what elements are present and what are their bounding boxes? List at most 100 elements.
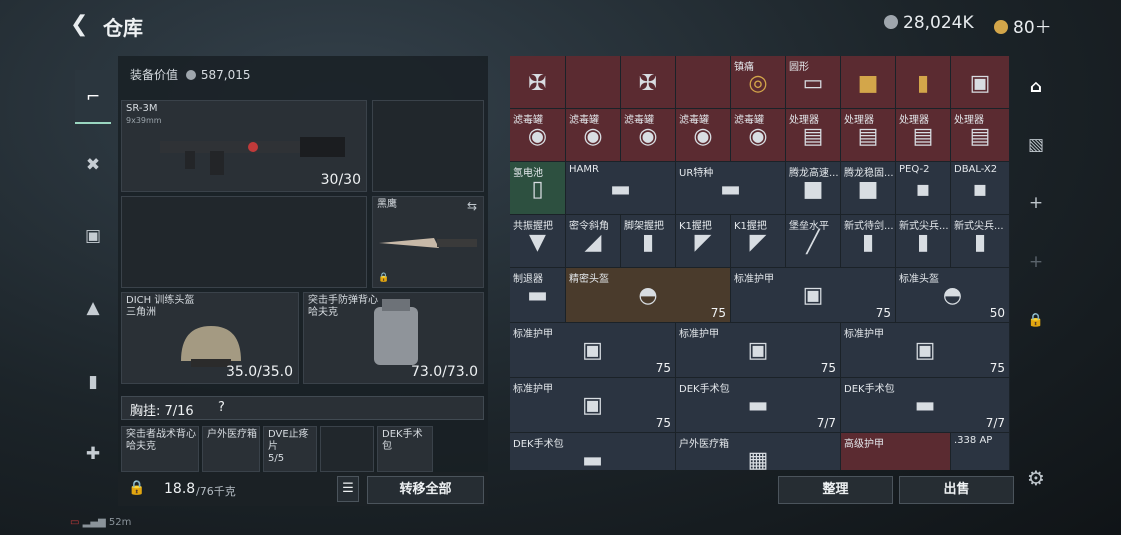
weapon-case-icon[interactable]: ▧: [1016, 130, 1056, 160]
grid-cell[interactable]: 精密头盔 ◓ 75: [566, 268, 731, 323]
grid-cell[interactable]: 标准头盔 ◓ 50: [896, 268, 1010, 323]
grid-cell[interactable]: 标准护甲 ▣ 75: [841, 323, 1010, 378]
grid-cell[interactable]: ✠: [510, 56, 566, 109]
empty-primary-slot[interactable]: [121, 196, 367, 288]
grid-cell[interactable]: PEQ-2 ▪: [896, 162, 951, 215]
secondary-weapon-slot[interactable]: [372, 100, 484, 192]
rig-item[interactable]: DEK手术包: [377, 426, 433, 472]
grip-icon: ▼: [529, 230, 546, 255]
armor-icon: ▣: [802, 283, 824, 308]
chest-rig-header[interactable]: 胸挂: 7/16 ?: [121, 396, 484, 420]
grid-cell[interactable]: 新式待剑... ▮: [841, 215, 896, 268]
grid-cell[interactable]: 镇痛 ◎: [731, 56, 786, 109]
grid-cell[interactable]: 标准护甲 ▣ 75: [510, 378, 676, 433]
swap-icon[interactable]: ⇆: [467, 199, 477, 213]
battery-icon: ▭: [70, 517, 80, 528]
grid-cell[interactable]: 共振握把 ▼: [510, 215, 566, 268]
bag-icon[interactable]: ▲: [75, 290, 111, 326]
grid-cell[interactable]: 圆形 ▭: [786, 56, 841, 109]
knife-image: [379, 238, 477, 248]
grid-cell[interactable]: K1握把 ◤: [676, 215, 731, 268]
processor-icon: ▤: [802, 124, 824, 149]
filter-can-icon: ◉: [638, 124, 658, 149]
armor-slot[interactable]: 突击手防弹背心 哈夫克 73.0/73.0: [303, 292, 484, 384]
armor-icon: ▣: [582, 393, 603, 418]
grid-cell[interactable]: ✠: [621, 56, 676, 109]
grid-cell[interactable]: 滤毒罐 ◉: [510, 109, 566, 162]
grid-cell[interactable]: DEK手术包 ▬ 7/7: [841, 378, 1010, 433]
grid-cell[interactable]: 标准护甲 ▣ 75: [676, 323, 841, 378]
grid-cell[interactable]: 标准护甲 ▣ 75: [731, 268, 896, 323]
sell-button[interactable]: 出售: [899, 476, 1014, 504]
grid-cell[interactable]: 处理器 ▤: [896, 109, 951, 162]
grid-cell[interactable]: 处理器 ▤: [786, 109, 841, 162]
grid-cell[interactable]: 新式尖兵... ▮: [896, 215, 951, 268]
grid-cell[interactable]: DEK手术包 ▬ 7/7: [676, 378, 841, 433]
grid-cell[interactable]: 滤毒罐 ◉: [731, 109, 786, 162]
grid-cell[interactable]: 滤毒罐 ◉: [621, 109, 676, 162]
grid-cell[interactable]: 腾龙高速... ■: [786, 162, 841, 215]
grid-cell[interactable]: ▮: [896, 56, 951, 109]
grid-cell[interactable]: HAMR ▬: [566, 162, 676, 215]
grid-cell[interactable]: K1握把 ◤: [731, 215, 786, 268]
rig-item[interactable]: 户外医疗箱: [202, 426, 260, 472]
grid-cell[interactable]: 脚架握把 ▮: [621, 215, 676, 268]
surgery-kit-icon: ▬: [582, 448, 603, 470]
gear-icon[interactable]: ⚙: [1016, 463, 1056, 493]
grip-icon: ▮: [641, 230, 655, 255]
filter-can-icon: ◉: [583, 124, 603, 149]
plus-icon[interactable]: +: [1016, 188, 1056, 218]
medkit-icon[interactable]: ✚: [75, 436, 111, 472]
grid-cell[interactable]: 滤毒罐 ◉: [676, 109, 731, 162]
left-nav: ⌐ ✖ ▣ ▲ ▮ ✚: [70, 52, 114, 497]
grid-cell[interactable]: .338 AP: [951, 433, 1010, 470]
grid-cell[interactable]: [676, 56, 731, 109]
grid-cell[interactable]: 腾龙稳固... ■: [841, 162, 896, 215]
list-view-icon[interactable]: ☰: [337, 476, 359, 502]
help-icon[interactable]: ?: [218, 400, 225, 415]
grip-icon: ◤: [749, 230, 767, 255]
grid-cell[interactable]: 制退器 ▬: [510, 268, 566, 323]
safebox-icon[interactable]: ⌂: [1016, 72, 1056, 102]
grid-cell[interactable]: DBAL-X2 ▪: [951, 162, 1010, 215]
plus-icon[interactable]: +: [1016, 247, 1056, 277]
lock-icon: 🔒: [378, 273, 390, 283]
grid-cell[interactable]: [566, 56, 621, 109]
grid-cell[interactable]: 高级护甲: [841, 433, 951, 470]
processor-icon: ▤: [857, 124, 879, 149]
grid-cell[interactable]: ■: [841, 56, 896, 109]
melee-slot[interactable]: 黑鹰 ⇆ 🔒: [372, 196, 484, 288]
grid-cell[interactable]: ▣: [951, 56, 1010, 109]
loadout-panel: 装备价值 587,015 SR-3M 9x39mm 30/30 黑鹰 ⇆ 🔒 DI…: [118, 56, 488, 472]
gold-currency[interactable]: 80＋: [994, 13, 1052, 38]
grid-cell[interactable]: 堡垒水平 ╱: [786, 215, 841, 268]
grid-cell[interactable]: 密令斜角 ◢: [566, 215, 621, 268]
grid-cell[interactable]: 处理器 ▤: [841, 109, 896, 162]
pistol-icon[interactable]: ⌐: [75, 70, 111, 124]
grid-cell[interactable]: UR特种 ▬: [676, 162, 786, 215]
rig-item[interactable]: 突击者战术背心 哈夫克: [121, 426, 199, 472]
grid-cell[interactable]: 滤毒罐 ◉: [566, 109, 621, 162]
helmet-slot[interactable]: DICH 训练头盔 三角洲 35.0/35.0: [121, 292, 299, 384]
rig-item-empty[interactable]: [320, 426, 374, 472]
grid-cell[interactable]: 户外医疗箱 ▦: [676, 433, 841, 470]
vest-icon[interactable]: ✖: [75, 147, 111, 183]
case-icon[interactable]: ▮: [75, 364, 111, 400]
grid-cell[interactable]: 氢电池 ▯: [510, 162, 566, 215]
filter-can-icon: ◉: [527, 124, 548, 149]
gold-coin-icon: [994, 20, 1008, 34]
back-arrow-icon[interactable]: ❮: [70, 12, 88, 37]
grid-cell[interactable]: 新式尖兵... ▮: [951, 215, 1010, 268]
primary-weapon-slot[interactable]: SR-3M 9x39mm 30/30: [121, 100, 367, 192]
processor-icon: ▤: [969, 124, 991, 149]
signal-icon: ▂▄▆: [82, 517, 106, 528]
grid-cell[interactable]: 标准护甲 ▣ 75: [510, 323, 676, 378]
grid-cell[interactable]: DEK手术包 ▬: [510, 433, 676, 470]
sort-button[interactable]: 整理: [778, 476, 893, 504]
transfer-all-button[interactable]: 转移全部: [367, 476, 484, 504]
rig-item[interactable]: DVE止疼片 5/5: [263, 426, 317, 472]
scope-icon: ▬: [610, 177, 631, 202]
grid-cell[interactable]: 处理器 ▤: [951, 109, 1010, 162]
lock-icon[interactable]: 🔒: [1016, 306, 1056, 336]
backpack-icon[interactable]: ▣: [75, 218, 111, 254]
